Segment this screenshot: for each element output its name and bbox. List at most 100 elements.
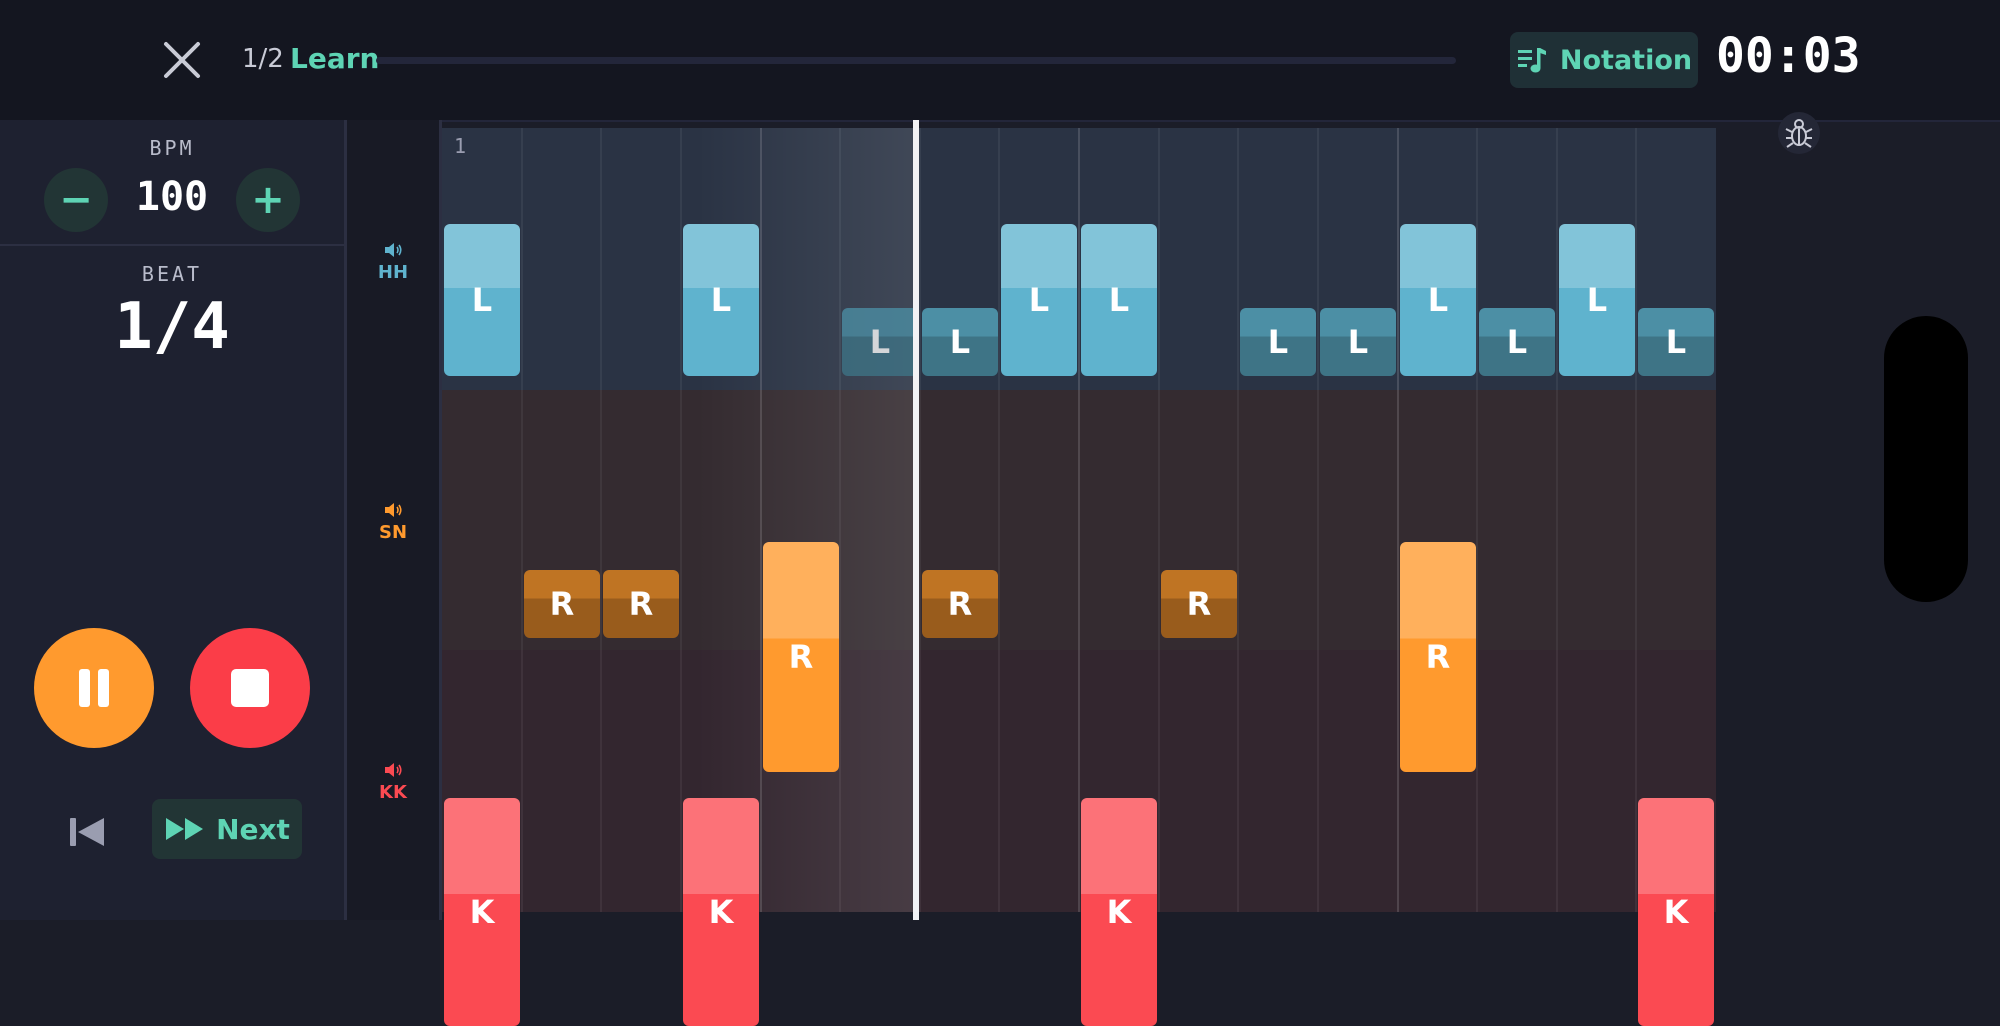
bpm-increase-button[interactable]: + — [236, 168, 300, 232]
notation-icon — [1517, 48, 1546, 73]
note-label: K — [708, 893, 734, 931]
close-button[interactable] — [160, 38, 204, 82]
note-hh-step-5[interactable]: L — [842, 308, 918, 376]
note-label: L — [710, 281, 732, 319]
speaker-icon — [385, 503, 402, 517]
stop-button[interactable] — [190, 628, 310, 748]
track-label-column: HH SN KK — [347, 120, 442, 920]
step-divider — [680, 128, 682, 912]
note-kk-step-0[interactable]: K — [444, 798, 520, 1026]
note-label: K — [1106, 893, 1132, 931]
beat-value: 1/4 — [114, 290, 230, 364]
note-label: L — [869, 323, 891, 361]
next-label: Next — [216, 812, 290, 846]
note-hh-step-10[interactable]: L — [1240, 308, 1316, 376]
note-sn-step-1[interactable]: R — [524, 570, 600, 638]
note-label: L — [471, 281, 493, 319]
note-label: L — [1028, 281, 1050, 319]
skip-previous-icon — [70, 818, 104, 846]
top-bar: 1/2 Learn Notation 00:03 — [0, 0, 2000, 122]
note-label: L — [1108, 281, 1130, 319]
note-label: K — [469, 893, 495, 931]
step-divider — [1078, 128, 1080, 912]
plus-icon: + — [251, 177, 285, 223]
note-sn-step-6[interactable]: R — [922, 570, 998, 638]
note-kk-step-8[interactable]: K — [1081, 798, 1157, 1026]
note-label: L — [1267, 323, 1289, 361]
note-hh-step-13[interactable]: L — [1479, 308, 1555, 376]
note-sn-step-4[interactable]: R — [763, 542, 839, 772]
note-hh-step-3[interactable]: L — [683, 224, 759, 376]
side-drag-handle[interactable] — [1884, 316, 1968, 602]
note-kk-step-3[interactable]: K — [683, 798, 759, 1026]
bpm-value: 100 — [135, 174, 209, 220]
track-name: SN — [378, 522, 408, 543]
previous-button[interactable] — [64, 808, 112, 856]
step-divider — [919, 128, 921, 912]
bar-number: 1 — [454, 134, 467, 158]
note-hh-step-11[interactable]: L — [1320, 308, 1396, 376]
step-divider — [1397, 128, 1399, 912]
track-label-hh[interactable]: HH — [347, 242, 439, 283]
lesson-mode-label: Learn — [290, 42, 380, 75]
note-hh-step-8[interactable]: L — [1081, 224, 1157, 376]
notation-label: Notation — [1559, 44, 1693, 76]
step-divider — [998, 128, 1000, 912]
note-label: L — [1347, 323, 1369, 361]
left-control-panel: BPM − 100 + BEAT 1/4 Next — [0, 120, 347, 920]
pause-icon — [79, 669, 109, 707]
note-sn-step-9[interactable]: R — [1161, 570, 1237, 638]
step-divider — [1556, 128, 1558, 912]
note-sn-step-2[interactable]: R — [603, 570, 679, 638]
step-divider — [760, 128, 762, 912]
note-sn-step-12[interactable]: R — [1400, 542, 1476, 772]
notation-button[interactable]: Notation — [1510, 32, 1698, 88]
beat-label: BEAT — [141, 262, 203, 286]
note-hh-step-0[interactable]: L — [444, 224, 520, 376]
panel-divider — [0, 244, 344, 246]
note-hh-step-6[interactable]: L — [922, 308, 998, 376]
bpm-label: BPM — [149, 136, 195, 160]
note-label: R — [1425, 638, 1451, 676]
step-divider — [839, 128, 841, 912]
playhead[interactable] — [913, 120, 919, 920]
note-label: L — [1586, 281, 1608, 319]
speaker-icon — [385, 243, 402, 257]
elapsed-timer: 00:03 — [1716, 28, 1861, 84]
track-name: KK — [379, 782, 407, 803]
minus-icon: − — [59, 177, 93, 223]
close-icon — [164, 42, 200, 78]
step-divider — [1317, 128, 1319, 912]
track-name: HH — [377, 262, 409, 283]
note-kk-step-15[interactable]: K — [1638, 798, 1714, 1026]
step-divider — [600, 128, 602, 912]
track-label-kk[interactable]: KK — [347, 762, 439, 803]
note-label: R — [1186, 585, 1212, 623]
note-hh-step-7[interactable]: L — [1001, 224, 1077, 376]
fast-forward-icon — [166, 818, 204, 840]
note-label: R — [549, 585, 575, 623]
stop-icon — [231, 669, 269, 707]
note-label: L — [1665, 323, 1687, 361]
step-divider — [521, 128, 523, 912]
note-label: R — [788, 638, 814, 676]
lesson-progress-count: 1/2 — [242, 44, 284, 74]
note-label: L — [949, 323, 971, 361]
note-hh-step-15[interactable]: L — [1638, 308, 1714, 376]
pause-button[interactable] — [34, 628, 154, 748]
debug-button[interactable] — [1778, 112, 1820, 154]
note-label: L — [1506, 323, 1528, 361]
step-divider — [1158, 128, 1160, 912]
speaker-icon — [385, 763, 402, 777]
note-label: K — [1663, 893, 1689, 931]
bpm-decrease-button[interactable]: − — [44, 168, 108, 232]
note-hh-step-12[interactable]: L — [1400, 224, 1476, 376]
note-label: R — [947, 585, 973, 623]
next-button[interactable]: Next — [152, 799, 302, 859]
step-divider — [1635, 128, 1637, 912]
note-label: L — [1427, 281, 1449, 319]
step-divider — [1237, 128, 1239, 912]
note-hh-step-14[interactable]: L — [1559, 224, 1635, 376]
track-label-sn[interactable]: SN — [347, 502, 439, 543]
sequencer-grid[interactable]: 1 L L L L L L L L L L L L R R R R R R K K K K — [442, 120, 1716, 1026]
